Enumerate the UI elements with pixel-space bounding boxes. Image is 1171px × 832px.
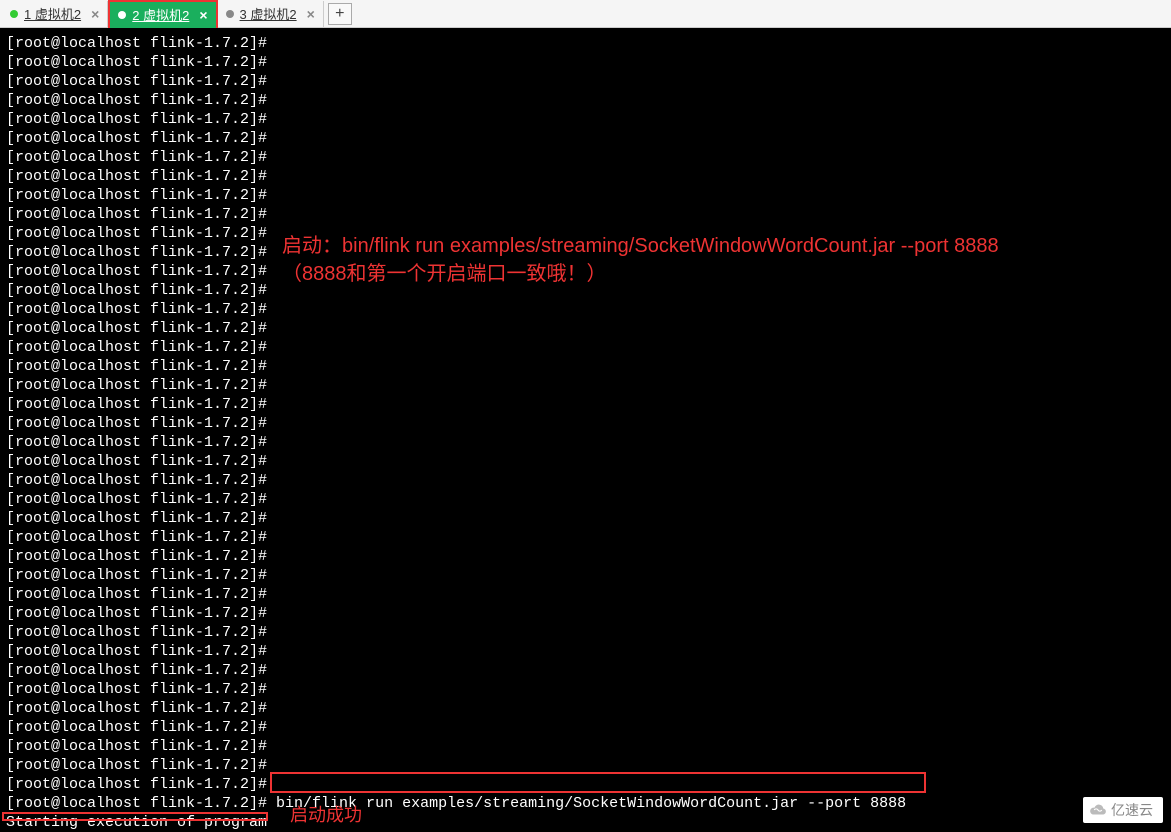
prompt-line: [root@localhost flink-1.7.2]# [6,661,1171,680]
prompt-line: [root@localhost flink-1.7.2]# [6,110,1171,129]
cloud-icon [1089,804,1107,816]
prompt-line: [root@localhost flink-1.7.2]# [6,376,1171,395]
tab-label: 3 虚拟机2 [240,4,297,23]
annotation-success: 启动成功 [290,801,362,829]
prompt-line: [root@localhost flink-1.7.2]# [6,680,1171,699]
entered-command: bin/flink run examples/streaming/SocketW… [276,795,906,812]
annotation-line: （8888和第一个开启端口一致哦！） [282,260,1162,288]
prompt-line: [root@localhost flink-1.7.2]# [6,490,1171,509]
prompt-line: [root@localhost flink-1.7.2]# [6,395,1171,414]
tab-vm-1[interactable]: 1 虚拟机2 × [2,1,108,27]
prompt-line: [root@localhost flink-1.7.2]# [6,718,1171,737]
prompt-line: [root@localhost flink-1.7.2]# [6,775,1171,794]
prompt-line: [root@localhost flink-1.7.2]# [6,205,1171,224]
prompt-line: [root@localhost flink-1.7.2]# [6,129,1171,148]
tab-label: 2 虚拟机2 [132,5,189,24]
prompt-line: [root@localhost flink-1.7.2]# [6,585,1171,604]
prompt-line: [root@localhost flink-1.7.2]# [6,756,1171,775]
annotation-line: 启动：bin/flink run examples/streaming/Sock… [282,232,1162,260]
prompt-line: [root@localhost flink-1.7.2]# [6,623,1171,642]
watermark-badge: 亿速云 [1083,797,1163,823]
add-tab-button[interactable]: + [328,3,352,25]
prompt-line: [root@localhost flink-1.7.2]# [6,91,1171,110]
prompt-line: [root@localhost flink-1.7.2]# [6,604,1171,623]
prompt-line: [root@localhost flink-1.7.2]# [6,509,1171,528]
prompt-line: [root@localhost flink-1.7.2]# [6,433,1171,452]
prompt-line: [root@localhost flink-1.7.2]# [6,338,1171,357]
prompt-line: [root@localhost flink-1.7.2]# [6,319,1171,338]
tab-vm-3[interactable]: 3 虚拟机2 × [218,1,324,27]
prompt-line: [root@localhost flink-1.7.2]# [6,471,1171,490]
prompt-line: [root@localhost flink-1.7.2]# [6,167,1171,186]
prompt-line: [root@localhost flink-1.7.2]# [6,452,1171,471]
prompt-line: [root@localhost flink-1.7.2]# [6,642,1171,661]
tab-label: 1 虚拟机2 [24,4,81,23]
close-icon[interactable]: × [307,7,315,21]
prompt-line: [root@localhost flink-1.7.2]# [6,414,1171,433]
close-icon[interactable]: × [199,8,207,22]
prompt-line: [root@localhost flink-1.7.2]# [6,737,1171,756]
prompt-line: [root@localhost flink-1.7.2]# [6,34,1171,53]
watermark-text: 亿速云 [1111,800,1153,820]
annotation-start-command: 启动：bin/flink run examples/streaming/Sock… [282,232,1162,288]
tab-bar: 1 虚拟机2 × 2 虚拟机2 × 3 虚拟机2 × + [0,0,1171,28]
prompt-line: [root@localhost flink-1.7.2]# [6,699,1171,718]
status-dot-icon [10,10,18,18]
prompt-line: [root@localhost flink-1.7.2]# [6,148,1171,167]
prompt-line: [root@localhost flink-1.7.2]# [6,186,1171,205]
prompt-line: [root@localhost flink-1.7.2]# [6,53,1171,72]
prompt-line: [root@localhost flink-1.7.2]# [6,547,1171,566]
output-line: Starting execution of program [6,813,1171,832]
prompt-line: [root@localhost flink-1.7.2]# [6,528,1171,547]
status-dot-icon [226,10,234,18]
prompt-line: [root@localhost flink-1.7.2]# [6,566,1171,585]
command-line: [root@localhost flink-1.7.2]# bin/flink … [6,794,1171,813]
prompt-line: [root@localhost flink-1.7.2]# [6,72,1171,91]
prompt-line: [root@localhost flink-1.7.2]# [6,300,1171,319]
status-dot-icon [118,11,126,19]
close-icon[interactable]: × [91,7,99,21]
prompt-line: [root@localhost flink-1.7.2]# [6,357,1171,376]
tab-vm-2[interactable]: 2 虚拟机2 × [108,0,217,28]
terminal-area[interactable]: [root@localhost flink-1.7.2]#[root@local… [0,28,1171,827]
